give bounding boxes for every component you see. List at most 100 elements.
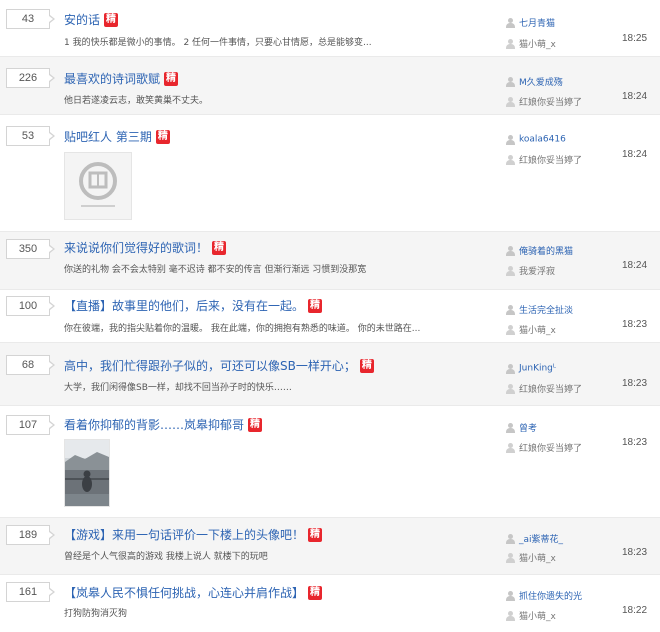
- last-reply-user: 猫小萌_x: [506, 33, 556, 50]
- thread-list: 43 安的话精 1 我的快乐都是微小的事情。 2 任何一件事情，只要心甘情愿，总…: [0, 0, 660, 632]
- user-icon: [506, 304, 515, 315]
- author-name[interactable]: koala6416: [519, 135, 566, 145]
- last-reply-name[interactable]: 红娘你妥当婷了: [519, 98, 582, 108]
- reply-count: 68: [6, 355, 55, 375]
- reply-count: 226: [6, 68, 55, 88]
- last-reply-name[interactable]: 猫小萌_x: [519, 326, 556, 336]
- featured-badge: 精: [308, 298, 323, 313]
- thread-snippet: 你送的礼物 会不会太特别 毫不迟诗 都不安的传言 但渐行渐远 习惯到没那宽: [64, 265, 367, 275]
- thread-title-row: 高中，我们忙得跟孙子似的，可还可以像SB一样开心；精: [64, 355, 374, 373]
- thread-snippet: 他日若遂凌云志，敢笑黄巢不丈夫。: [64, 96, 209, 106]
- thread-title-link[interactable]: 看着你抑郁的背影……岚皋抑郁哥: [64, 418, 244, 432]
- thread-title-link[interactable]: 【岚皋人民不惧任何挑战，心连心并肩作战】: [64, 586, 304, 600]
- thread-thumbnail[interactable]: [64, 439, 110, 507]
- user-icon: [506, 245, 515, 256]
- thread-title-row: 最喜欢的诗词歌赋精: [64, 68, 179, 86]
- thread-title-link[interactable]: 【游戏】来用一句话评价一下楼上的头像吧！: [64, 528, 304, 542]
- thread-snippet: 大学，我们闲得像SB一样，却找不回当孙子时的快乐……: [64, 383, 292, 393]
- author-name[interactable]: 俺骑着的黑猫: [519, 247, 573, 257]
- reply-time: 18:24: [622, 260, 648, 271]
- thread-author: 七月青猫: [506, 12, 555, 29]
- user-icon: [506, 17, 515, 28]
- reply-user-icon: [506, 324, 515, 335]
- author-name[interactable]: M久爱成殇: [519, 78, 563, 88]
- thread-title-row: 来说说你们觉得好的歌词！ 精: [64, 237, 227, 255]
- thread-row: 100 【直播】故事里的他们，后来，没有在一起。精 你在彼端，我的指尖贴着你的温…: [0, 290, 660, 343]
- reply-user-icon: [506, 552, 515, 563]
- featured-badge: 精: [104, 12, 119, 27]
- reply-user-icon: [506, 265, 515, 276]
- last-reply-user: 红娘你妥当婷了: [506, 91, 582, 108]
- thread-row: 53 贴吧红人 第三期精 koala6416 红娘你妥当婷了 18:24: [0, 115, 660, 232]
- reply-time: 18:24: [622, 91, 648, 102]
- author-name[interactable]: 曾考: [519, 424, 537, 434]
- thread-row: 107 看着你抑郁的背影……岚皋抑郁哥精 曾考 红娘你妥当婷了 18:23: [0, 406, 660, 518]
- reply-time: 18:22: [622, 605, 648, 616]
- last-reply-name[interactable]: 红娘你妥当婷了: [519, 385, 582, 395]
- reply-user-icon: [506, 154, 515, 165]
- featured-badge: 精: [155, 129, 170, 144]
- thread-title-row: 【游戏】来用一句话评价一下楼上的头像吧！ 精: [64, 524, 323, 542]
- thread-title-link[interactable]: 安的话: [64, 13, 100, 27]
- author-name[interactable]: JunKingᴸ: [519, 364, 556, 374]
- last-reply-name[interactable]: 猫小萌_x: [519, 554, 556, 564]
- user-icon: [506, 134, 515, 145]
- author-name[interactable]: 抓住你遗失的光: [519, 592, 582, 602]
- thread-title-row: 看着你抑郁的背影……岚皋抑郁哥精: [64, 414, 263, 432]
- reply-count: 189: [6, 525, 55, 545]
- last-reply-user: 红娘你妥当婷了: [506, 149, 582, 166]
- last-reply-name[interactable]: 猫小萌_x: [519, 40, 556, 50]
- thread-snippet: 曾经是个人气很高的游戏 我楼上说人 就楼下的玩吧: [64, 552, 268, 562]
- last-reply-user: 猫小萌_x: [506, 547, 556, 564]
- thread-title-row: 贴吧红人 第三期精: [64, 126, 170, 144]
- reply-user-icon: [506, 383, 515, 394]
- reply-count: 100: [6, 296, 55, 316]
- thread-title-link[interactable]: 高中，我们忙得跟孙子似的，可还可以像SB一样开心；: [64, 359, 356, 373]
- logo-image: [79, 162, 117, 207]
- reply-time: 18:23: [622, 319, 648, 330]
- reply-count: 43: [6, 9, 55, 29]
- thread-title-link[interactable]: 贴吧红人 第三期: [64, 130, 152, 144]
- photo-image: [65, 440, 109, 506]
- thread-title-row: 【岚皋人民不惧任何挑战，心连心并肩作战】精: [64, 582, 323, 600]
- author-name[interactable]: 生活完全扯淡: [519, 306, 573, 316]
- thread-snippet: 打狗防狗消灭狗: [64, 609, 128, 619]
- reply-time: 18:23: [622, 378, 648, 389]
- thread-row: 189 【游戏】来用一句话评价一下楼上的头像吧！ 精 曾经是个人气很高的游戏 我楼…: [0, 518, 660, 575]
- thread-author: 生活完全扯淡: [506, 299, 573, 316]
- featured-badge: 精: [308, 527, 323, 542]
- thread-author: JunKingᴸ: [506, 358, 556, 374]
- thread-thumbnail[interactable]: [64, 152, 132, 220]
- reply-time: 18:23: [622, 437, 648, 448]
- thread-title-link[interactable]: 来说说你们觉得好的歌词！: [64, 241, 208, 255]
- thread-title-link[interactable]: 最喜欢的诗词歌赋: [64, 72, 160, 86]
- user-icon: [506, 76, 515, 87]
- reply-time: 18:23: [622, 547, 648, 558]
- user-icon: [506, 363, 515, 374]
- reply-count: 107: [6, 415, 55, 435]
- featured-badge: 精: [212, 240, 227, 255]
- featured-badge: 精: [359, 358, 374, 373]
- user-icon: [506, 590, 515, 601]
- last-reply-user: 我爱浮寂: [506, 260, 555, 277]
- thread-row: 350 来说说你们觉得好的歌词！ 精 你送的礼物 会不会太特别 毫不迟诗 都不安的…: [0, 232, 660, 290]
- last-reply-name[interactable]: 猫小萌_x: [519, 612, 556, 622]
- thread-row: 161 【岚皋人民不惧任何挑战，心连心并肩作战】精 打狗防狗消灭狗 抓住你遗失的…: [0, 575, 660, 632]
- thread-title-row: 【直播】故事里的他们，后来，没有在一起。精: [64, 295, 323, 313]
- last-reply-name[interactable]: 红娘你妥当婷了: [519, 156, 582, 166]
- reply-count: 161: [6, 582, 55, 602]
- thread-title-link[interactable]: 【直播】故事里的他们，后来，没有在一起。: [64, 299, 304, 313]
- thread-author: _ai紫蒂花_: [506, 528, 563, 545]
- thread-author: 抓住你遗失的光: [506, 585, 582, 602]
- thread-snippet: 1 我的快乐都是微小的事情。 2 任何一件事情，只要心甘情愿，总是能够变...: [64, 38, 372, 48]
- last-reply-name[interactable]: 我爱浮寂: [519, 267, 555, 277]
- reply-user-icon: [506, 38, 515, 49]
- last-reply-user: 猫小萌_x: [506, 605, 556, 622]
- thread-author: 俺骑着的黑猫: [506, 240, 573, 257]
- last-reply-name[interactable]: 红娘你妥当婷了: [519, 444, 582, 454]
- thread-title-row: 安的话精: [64, 9, 119, 27]
- author-name[interactable]: 七月青猫: [519, 19, 555, 29]
- reply-count: 350: [6, 239, 55, 259]
- author-name[interactable]: _ai紫蒂花_: [519, 535, 563, 545]
- reply-user-icon: [506, 96, 515, 107]
